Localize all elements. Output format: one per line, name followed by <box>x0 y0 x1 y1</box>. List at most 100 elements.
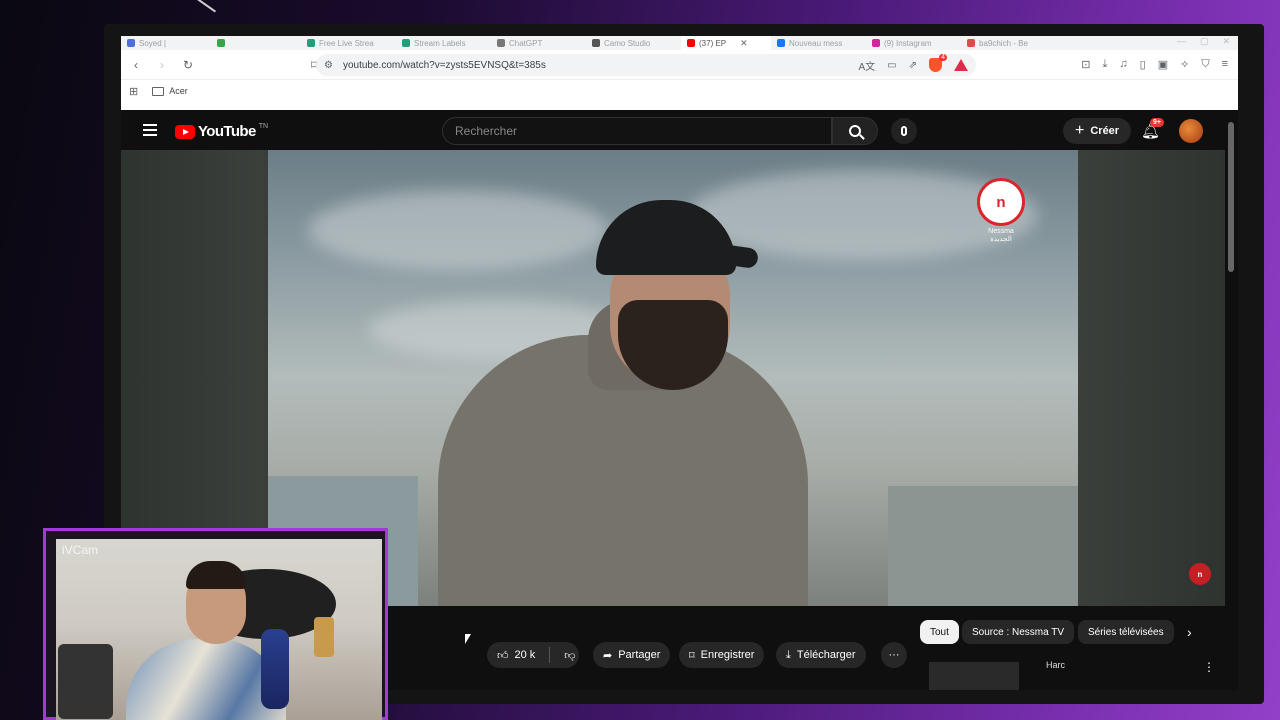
download-icon[interactable]: ⤓ <box>1103 58 1108 71</box>
cast-icon[interactable]: ▭ <box>887 60 896 71</box>
tab-favicon-icon <box>217 39 225 47</box>
sky-cloud <box>308 190 608 270</box>
tab-favicon-icon <box>967 39 975 47</box>
share-icon[interactable]: ⇗ <box>909 60 917 71</box>
wallet-icon[interactable]: ▣ <box>1158 58 1168 71</box>
nessma-logo: n <box>977 178 1025 226</box>
nessma-logo-text: Nessma الجديدة <box>971 228 1031 244</box>
reload-icon[interactable]: ↻ <box>181 58 195 72</box>
chip-tv-series[interactable]: Séries télévisées <box>1078 620 1174 644</box>
youtube-wordmark: YouTube <box>198 123 256 140</box>
site-settings-icon[interactable]: ⚙ <box>324 60 333 71</box>
youtube-play-icon <box>175 124 195 139</box>
related-video-title[interactable]: Harc <box>1046 660 1065 670</box>
microphone <box>261 629 289 709</box>
webcam-overlay: iVCam <box>43 528 388 720</box>
browser-tab[interactable]: (9) Instagram <box>866 36 961 50</box>
music-icon[interactable]: ♫ <box>1119 58 1127 71</box>
create-button[interactable]: + Créer <box>1063 118 1132 144</box>
browser-tab[interactable]: ChatGPT <box>491 36 586 50</box>
share-button[interactable]: ➦ Partager <box>593 642 671 668</box>
browser-toolbar: ⊡ ⤓ ♫ ▯ ▣ ✧ ⛉ ≡ <box>1081 58 1228 71</box>
forward-icon[interactable]: › <box>155 58 169 72</box>
bookmark-label: Acer <box>169 86 188 96</box>
search-icon <box>849 125 861 137</box>
nessma-arabic: الجديدة <box>990 236 1012 243</box>
download-button[interactable]: ⤓ Télécharger <box>776 642 866 668</box>
translate-icon[interactable]: A文 <box>858 58 875 73</box>
mouse-cursor <box>465 634 471 644</box>
tab-label: Soyed | <box>139 38 166 48</box>
share-label: Partager <box>618 649 661 661</box>
account-avatar[interactable] <box>1179 119 1203 143</box>
tab-favicon-icon <box>127 39 135 47</box>
sidebar-icon[interactable]: ▯ <box>1140 58 1146 71</box>
voice-search-button[interactable] <box>891 118 917 144</box>
chevron-right-icon[interactable]: › <box>1187 624 1192 640</box>
close-window-icon[interactable]: ✕ <box>1222 36 1230 47</box>
folder-icon <box>152 86 165 96</box>
more-icon: ··· <box>888 649 900 661</box>
browser-tab[interactable]: Nouveau mess <box>771 36 866 50</box>
channel-watermark-icon[interactable]: n <box>1189 563 1211 585</box>
youtube-header: YouTube TN + Créer 🔔︎ 9+ <box>121 110 1238 150</box>
brave-shield-icon[interactable] <box>929 54 948 72</box>
tab-label: ChatGPT <box>509 38 543 48</box>
tab-label: (37) EP <box>699 38 727 48</box>
maximize-icon[interactable]: ▢ <box>1200 36 1209 47</box>
desk-lamp <box>314 617 334 657</box>
save-button[interactable]: ⌑ Enregistrer <box>679 642 765 668</box>
browser-tab[interactable]: Soyed | <box>121 36 211 50</box>
search-input[interactable] <box>455 124 819 138</box>
plus-icon: + <box>1075 122 1085 139</box>
streamer-hair <box>186 561 246 589</box>
nessma-latin: Nessma <box>988 228 1014 235</box>
leo-ai-icon[interactable]: ✧ <box>1180 58 1189 71</box>
tab-label: Camo Studio <box>604 38 651 48</box>
vpn-icon[interactable]: ⛉ <box>1201 58 1209 71</box>
webcam-feed: iVCam <box>56 539 382 720</box>
brave-rewards-icon[interactable] <box>954 59 968 71</box>
close-tab-icon[interactable]: ✕ <box>740 38 748 49</box>
like-dislike-group: 👍︎ 20 k 👎︎ <box>487 642 580 668</box>
browser-tab[interactable]: Free Live Strea <box>301 36 396 50</box>
bookmark-folder-acer[interactable]: Acer <box>152 86 188 96</box>
search-button[interactable] <box>832 117 878 145</box>
like-count[interactable]: 20 k <box>515 649 536 661</box>
screenshot-icon[interactable]: ⊡ <box>1081 58 1090 71</box>
tab-favicon-icon <box>402 39 410 47</box>
search-box <box>442 117 832 145</box>
download-label: Télécharger <box>796 649 856 661</box>
microphone-icon <box>901 126 907 136</box>
more-actions-button[interactable]: ··· <box>881 642 907 668</box>
chip-all[interactable]: Tout <box>920 620 959 644</box>
address-bar-row: ‹ › ↻ ⌑ ⚙ youtube.com/watch?v=zysts5EVNS… <box>121 50 1238 80</box>
browser-tab[interactable]: Camo Studio <box>586 36 681 50</box>
kebab-menu-icon[interactable]: ⋮ <box>1203 660 1215 674</box>
tab-favicon-icon <box>307 39 315 47</box>
youtube-logo[interactable]: YouTube TN <box>175 123 268 140</box>
chip-source-nessma[interactable]: Source : Nessma TV <box>962 620 1075 644</box>
browser-tab[interactable]: ba9chich - Be <box>961 36 1056 50</box>
apps-icon[interactable]: ⊞ <box>129 85 138 98</box>
browser-tab[interactable] <box>211 36 301 50</box>
back-icon[interactable]: ‹ <box>129 58 143 72</box>
minimize-icon[interactable]: — <box>1177 36 1186 47</box>
hamburger-menu-icon[interactable] <box>143 124 157 139</box>
browser-tab[interactable]: Stream Labels <box>396 36 491 50</box>
url-bar[interactable]: ⚙ youtube.com/watch?v=zysts5EVNSQ&t=385s… <box>316 54 976 76</box>
page-scrollbar[interactable] <box>1228 114 1234 674</box>
window-controls: — ▢ ✕ <box>1177 36 1230 47</box>
thumbs-down-icon[interactable]: 👎︎ <box>564 649 575 662</box>
like-divider <box>549 647 551 663</box>
background-building <box>888 486 1078 606</box>
thumbs-up-icon[interactable]: 👍︎ <box>497 649 509 662</box>
browser-tab[interactable]: (37) EP ✕ <box>681 36 771 50</box>
video-frame[interactable] <box>268 150 1078 606</box>
related-video-thumbnail[interactable] <box>929 662 1019 690</box>
menu-icon[interactable]: ≡ <box>1222 58 1228 71</box>
url-text: youtube.com/watch?v=zysts5EVNSQ&t=385s <box>342 59 546 71</box>
tab-label: ba9chich - Be <box>979 38 1028 48</box>
notification-badge: 9+ <box>1150 118 1164 127</box>
scrollbar-thumb[interactable] <box>1228 122 1234 272</box>
